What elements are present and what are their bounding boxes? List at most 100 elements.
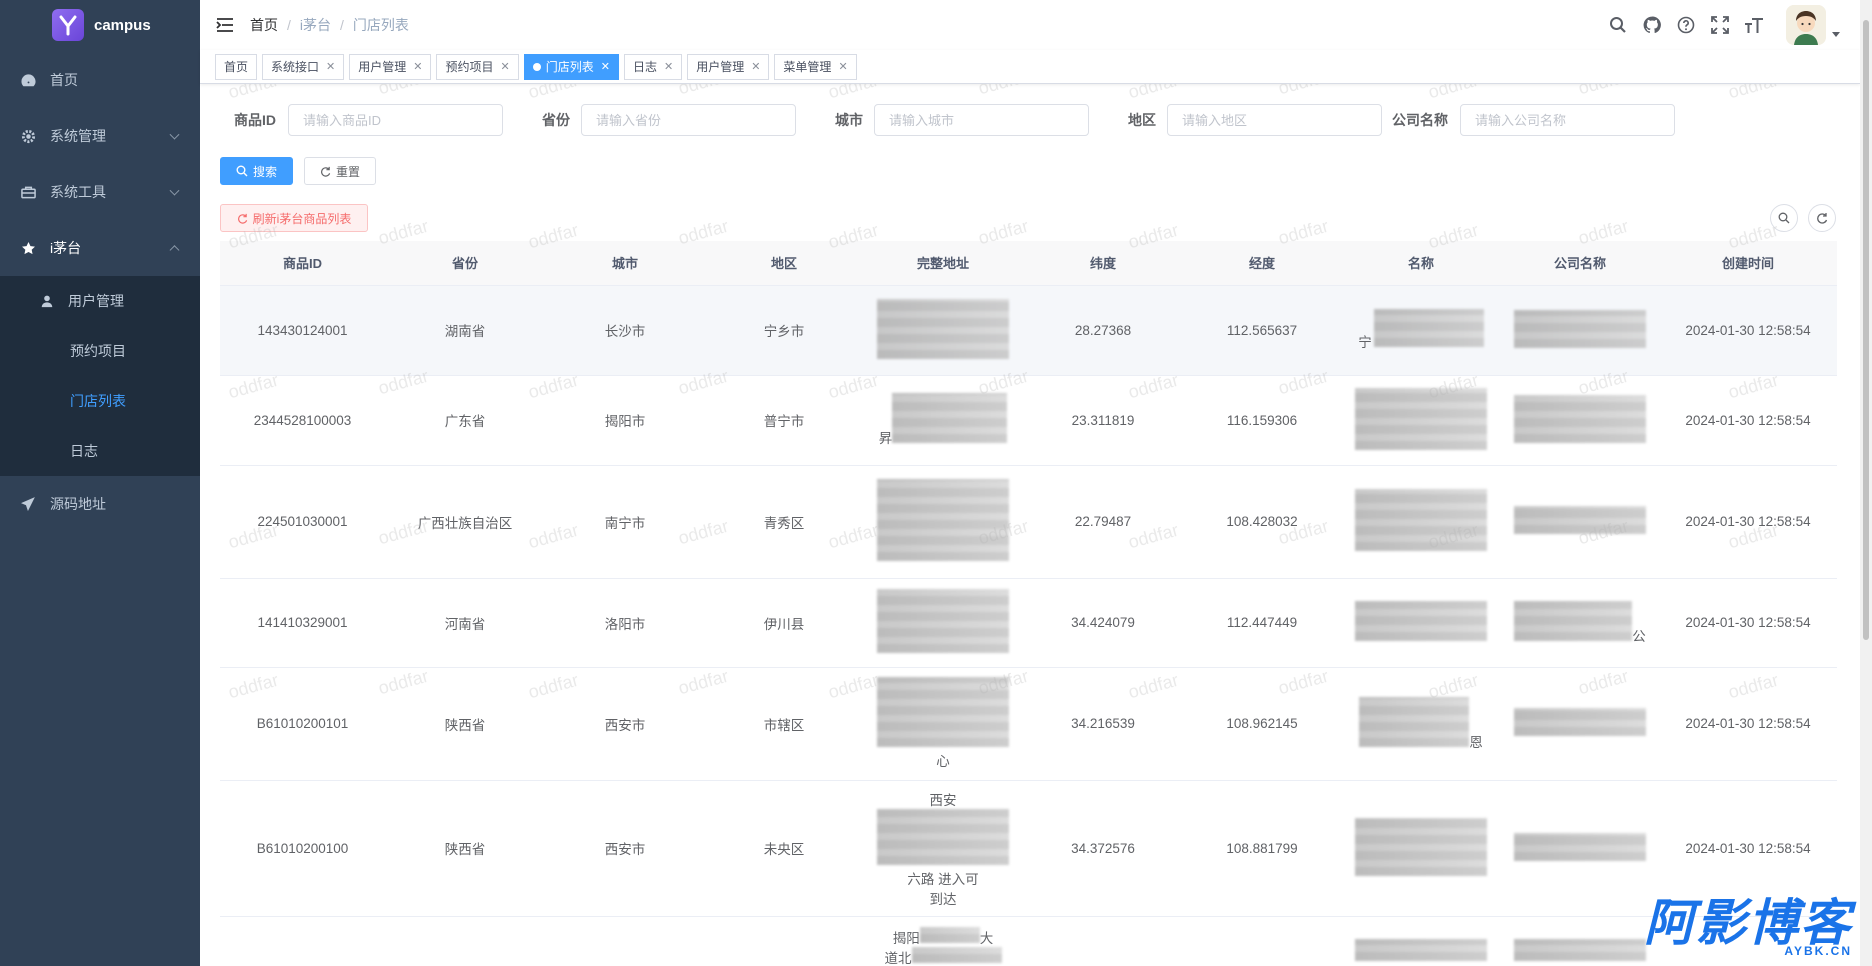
sidebar-item-label: 系统管理 bbox=[50, 128, 106, 144]
toggle-search-button[interactable] bbox=[1770, 204, 1798, 232]
refresh-products-button[interactable]: 刷新i茅台商品列表 bbox=[220, 204, 368, 232]
close-icon[interactable]: ✕ bbox=[751, 60, 760, 73]
send-icon bbox=[20, 496, 36, 512]
address-fragment: 大 bbox=[979, 930, 994, 946]
address-fragment: 道北 bbox=[884, 950, 912, 966]
cell-created: 2024-01-30 12:58:54 bbox=[1659, 667, 1837, 781]
tag-label: 用户管理 bbox=[696, 60, 745, 74]
cell-city: 西安市 bbox=[545, 780, 705, 917]
tag-home[interactable]: 首页 bbox=[215, 53, 258, 80]
refresh-table-button[interactable] bbox=[1808, 204, 1836, 232]
table-row[interactable]: 2344528100003 广东省 揭阳市 普宁市 昇 23.311819 11… bbox=[220, 375, 1837, 466]
sidebar-item-system[interactable]: 系统管理 bbox=[0, 108, 200, 164]
tag-reservations[interactable]: 预约项目 ✕ bbox=[436, 53, 519, 80]
table-row[interactable]: B61010200101 陕西省 西安市 市辖区 心 34.216539 108… bbox=[220, 667, 1837, 781]
hamburger-icon[interactable] bbox=[200, 0, 250, 50]
close-icon[interactable]: ✕ bbox=[501, 60, 510, 73]
table-row[interactable]: 141410329001 河南省 洛阳市 伊川县 34.424079 112.4… bbox=[220, 578, 1837, 668]
close-icon[interactable]: ✕ bbox=[413, 60, 422, 73]
cell-longitude: 108.962145 bbox=[1183, 667, 1341, 781]
cell-product-id: 143430124001 bbox=[220, 285, 385, 376]
caret-down-icon[interactable] bbox=[1832, 31, 1840, 37]
cell-city: 揭阳市 bbox=[545, 375, 705, 466]
address-fragment: 公 bbox=[1632, 628, 1646, 644]
breadcrumb-imaotai: i茅台 bbox=[299, 17, 332, 33]
sidebar-item-label: i茅台 bbox=[50, 240, 82, 256]
city-input[interactable] bbox=[874, 104, 1089, 136]
watermark-text: oddfar bbox=[376, 84, 431, 99]
redacted-text bbox=[911, 946, 1002, 963]
tag-logs[interactable]: 日志 ✕ bbox=[623, 53, 683, 80]
tag-user-management[interactable]: 用户管理 ✕ bbox=[349, 53, 432, 80]
company-label: 公司名称 bbox=[1392, 112, 1448, 128]
main-content: 商品ID 省份 城市 地区 公司名称 搜索 重置 刷新i茅台商品列表 bbox=[200, 84, 1860, 966]
tag-store-list[interactable]: 门店列表 ✕ bbox=[523, 53, 619, 80]
tags-view: 首页 系统接口 ✕ 用户管理 ✕ 预约项目 ✕ 门店列表 ✕ 日志 ✕ 用户管理 ✕ 菜单管… bbox=[200, 50, 1860, 84]
cell-city: 长沙市 bbox=[545, 285, 705, 376]
address-fragment: 西安 bbox=[929, 792, 957, 808]
active-dot-icon bbox=[532, 62, 541, 71]
app-logo[interactable]: campus bbox=[0, 0, 200, 50]
sidebar-item-imaotai[interactable]: i茅台 bbox=[0, 220, 200, 276]
sidebar-item-user-management[interactable]: 用户管理 bbox=[0, 276, 200, 326]
reset-button[interactable]: 重置 bbox=[304, 157, 376, 185]
district-input[interactable] bbox=[1167, 104, 1382, 136]
close-icon[interactable]: ✕ bbox=[326, 60, 335, 73]
scrollbar-thumb[interactable] bbox=[1863, 20, 1869, 640]
close-icon[interactable]: ✕ bbox=[601, 60, 610, 73]
search-button[interactable]: 搜索 bbox=[220, 157, 293, 185]
tag-label: 用户管理 bbox=[358, 60, 407, 74]
sidebar-item-logs[interactable]: 日志 bbox=[0, 426, 200, 476]
table-row[interactable]: B61010200100 陕西省 西安市 未央区 西安 六路 进入可 到达 34.3… bbox=[220, 780, 1837, 917]
sidebar-item-label: 门店列表 bbox=[70, 393, 126, 409]
cell-longitude: 108.881799 bbox=[1183, 780, 1341, 917]
table-header-row: 商品ID 省份 城市 地区 完整地址 纬度 经度 名称 公司名称 创建时间 bbox=[220, 241, 1837, 286]
tag-menu-management[interactable]: 菜单管理 ✕ bbox=[774, 53, 857, 80]
sidebar-item-tools[interactable]: 系统工具 bbox=[0, 164, 200, 220]
address-fragment: 进入可 bbox=[938, 871, 979, 887]
table-row[interactable]: 143430124001 湖南省 长沙市 宁乡市 28.27368 112.56… bbox=[220, 285, 1837, 376]
cell-province: 广西壮族自治区 bbox=[385, 465, 545, 579]
tag-label: 预约项目 bbox=[445, 60, 494, 74]
table-row[interactable]: 224501030001 广西壮族自治区 南宁市 青秀区 22.79487 10… bbox=[220, 465, 1837, 579]
page-scrollbar[interactable] bbox=[1860, 0, 1872, 966]
cell-city: 洛阳市 bbox=[545, 578, 705, 668]
sidebar-item-reservations[interactable]: 预约项目 bbox=[0, 326, 200, 376]
close-icon[interactable]: ✕ bbox=[838, 60, 847, 73]
cell-city: 南宁市 bbox=[545, 465, 705, 579]
sidebar-item-store-list[interactable]: 门店列表 bbox=[0, 376, 200, 426]
help-icon[interactable] bbox=[1676, 15, 1696, 35]
province-input[interactable] bbox=[581, 104, 796, 136]
cell-city bbox=[545, 916, 705, 966]
github-icon[interactable] bbox=[1642, 15, 1662, 35]
search-icon bbox=[236, 165, 248, 177]
cell-latitude: 34.424079 bbox=[1023, 578, 1183, 668]
gear-icon bbox=[20, 128, 36, 144]
company-input[interactable] bbox=[1460, 104, 1675, 136]
breadcrumb-separator: / bbox=[340, 17, 344, 33]
sidebar-item-source[interactable]: 源码地址 bbox=[0, 476, 200, 532]
search-form: 商品ID 省份 城市 地区 公司名称 bbox=[200, 104, 1860, 136]
redacted-text bbox=[1373, 309, 1484, 347]
cell-company bbox=[1501, 285, 1659, 376]
font-size-icon[interactable] bbox=[1744, 15, 1764, 35]
close-icon[interactable]: ✕ bbox=[664, 60, 673, 73]
tag-user-management-2[interactable]: 用户管理 ✕ bbox=[687, 53, 770, 80]
search-icon[interactable] bbox=[1608, 15, 1628, 35]
table-row[interactable]: 揭阳 大道北 bbox=[220, 916, 1837, 966]
cell-company: 公 bbox=[1501, 578, 1659, 668]
cell-district bbox=[705, 916, 863, 966]
cell-name bbox=[1341, 780, 1501, 917]
fullscreen-icon[interactable] bbox=[1710, 15, 1730, 35]
cell-product-id: 141410329001 bbox=[220, 578, 385, 668]
cell-district: 伊川县 bbox=[705, 578, 863, 668]
cell-district: 市辖区 bbox=[705, 667, 863, 781]
tag-system-api[interactable]: 系统接口 ✕ bbox=[262, 53, 345, 80]
product-id-input[interactable] bbox=[288, 104, 503, 136]
sidebar-item-home[interactable]: 首页 bbox=[0, 52, 200, 108]
watermark-text: oddfar bbox=[1126, 84, 1181, 103]
avatar[interactable] bbox=[1786, 5, 1826, 45]
submenu-imaotai: 用户管理 预约项目 门店列表 日志 bbox=[0, 276, 200, 476]
redacted-text bbox=[1355, 817, 1487, 876]
breadcrumb-home[interactable]: 首页 bbox=[250, 15, 278, 35]
